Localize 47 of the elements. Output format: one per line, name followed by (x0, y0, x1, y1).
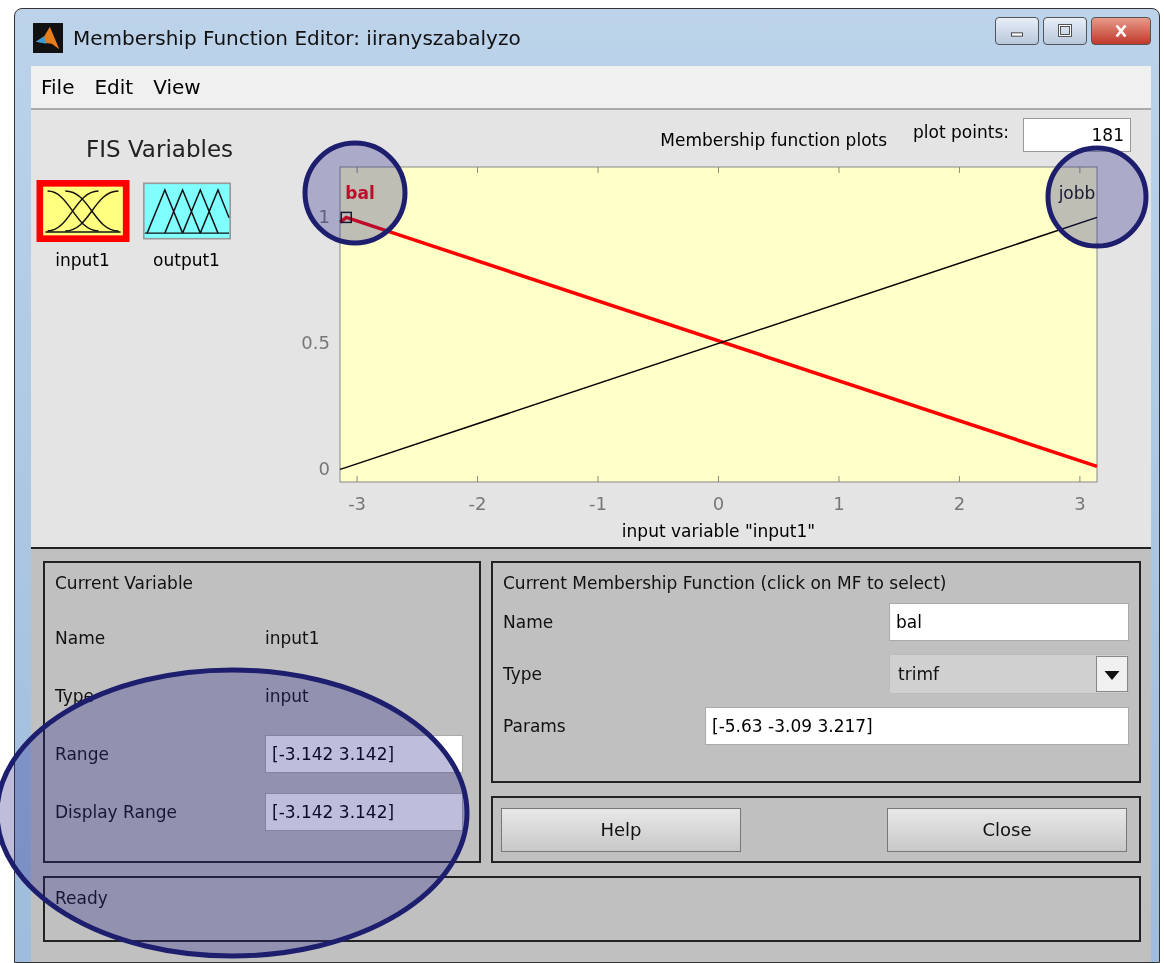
variable-name: input1 (265, 628, 321, 648)
minimize-button[interactable] (995, 17, 1039, 45)
x-tick-label: 1 (833, 493, 845, 514)
x-tick-label: 3 (1074, 493, 1086, 514)
plot-points-field[interactable]: 181 (1023, 118, 1131, 152)
field-label: Range (55, 744, 110, 764)
membership-function-label[interactable]: jobb (1058, 183, 1096, 203)
panel-title: Current Variable (55, 573, 195, 593)
panel-title: Current Membership Function (click on MF to select) (503, 573, 948, 593)
y-tick-label: 0.5 (301, 332, 330, 354)
x-axis-label: input variable "input1" (621, 521, 816, 541)
plot-title: Membership function plots (660, 130, 888, 150)
field-label: Type (503, 664, 543, 684)
field-label: Name (503, 612, 554, 632)
maximize-button[interactable] (1043, 17, 1087, 45)
help-button[interactable]: Help (501, 807, 741, 852)
menu-item[interactable]: File (41, 75, 75, 99)
window-title: Membership Function Editor: iiranyszabalyzo (73, 25, 522, 50)
field-label: Params (503, 716, 566, 736)
variable-button[interactable] (35, 180, 130, 242)
field-label: Name (55, 628, 107, 648)
y-tick-label: 0 (318, 458, 330, 480)
x-tick-label: 2 (953, 493, 966, 514)
variable-label: output1 (153, 250, 220, 270)
x-tick-label: 0 (712, 493, 725, 514)
variable-label: input1 (55, 250, 110, 270)
x-tick-label: -2 (468, 493, 487, 514)
y-tick-label: 1 (318, 206, 330, 228)
params-field[interactable]: [-5.63 -3.09 3.217] (705, 707, 1129, 745)
x-tick-label: -3 (348, 493, 367, 514)
app-logo-icon (33, 22, 63, 53)
mf-name-field[interactable]: bal (889, 603, 1129, 641)
close-button[interactable] (1091, 17, 1151, 45)
range-field[interactable]: [-3.142 3.142] (265, 735, 463, 773)
section-title: FIS Variables (86, 136, 233, 162)
menu-item[interactable]: View (153, 75, 201, 99)
selection-handle[interactable] (340, 211, 352, 224)
close-dialog-button[interactable]: Close (887, 807, 1127, 852)
mf-type-dropdown[interactable]: trimf (889, 654, 1129, 694)
plot-points-label: plot points: (913, 122, 1009, 142)
variable-type: input (265, 686, 310, 706)
display-range-field[interactable]: [-3.142 3.142] (265, 793, 463, 831)
minimize-icon (1011, 31, 1023, 37)
x-tick-label: -1 (589, 493, 607, 514)
status-text: Ready (55, 888, 108, 908)
menu-item[interactable]: Edit (94, 75, 134, 99)
field-label: Display Range (55, 802, 178, 822)
